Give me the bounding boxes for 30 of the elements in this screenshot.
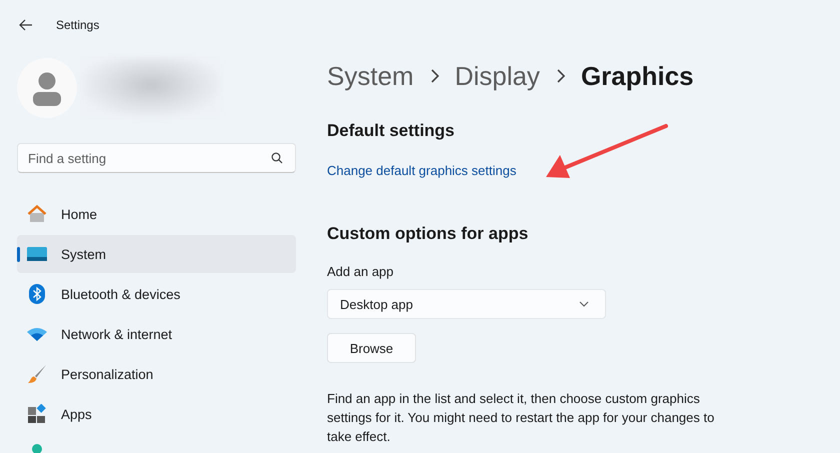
chevron-icon <box>430 69 439 83</box>
sidebar-item[interactable]: System <box>17 235 296 273</box>
apps-icon <box>27 404 47 424</box>
window-title: Settings <box>56 18 100 32</box>
chevron-down-icon <box>579 301 589 307</box>
breadcrumb-item: Graphics <box>580 60 694 92</box>
wifi-icon <box>27 327 47 341</box>
description-text: Find an app in the list and select it, then choose custom graphics settings for it. You might need to restart the app for your changes to take effect. <box>327 390 716 446</box>
breadcrumb-item[interactable]: Display <box>454 60 540 92</box>
search-icon[interactable] <box>271 152 283 164</box>
section-heading: Default settings <box>327 121 456 141</box>
breadcrumb-item[interactable]: System <box>327 60 414 92</box>
sidebar-item[interactable]: Apps <box>17 395 296 433</box>
bluetooth-icon <box>27 284 47 304</box>
app-type-dropdown[interactable]: Desktop app <box>327 289 606 319</box>
browse-button[interactable]: Browse <box>327 333 416 363</box>
add-app-label: Add an app <box>327 264 395 279</box>
section-heading: Custom options for apps <box>327 224 530 244</box>
chevron-icon <box>556 69 565 83</box>
change-default-graphics-link[interactable]: Change default graphics settings <box>327 163 516 178</box>
monitor-icon <box>27 247 47 261</box>
sidebar-item[interactable]: Network & internet <box>17 315 296 353</box>
house-icon <box>27 204 47 224</box>
sidebar-item[interactable]: Home <box>17 195 296 233</box>
sidebar-item[interactable]: Bluetooth & devices <box>17 275 296 313</box>
paintbrush-icon <box>27 364 47 384</box>
sidebar-item[interactable]: Personalization <box>17 355 296 393</box>
avatar-icon <box>17 58 77 118</box>
search-field[interactable]: Find a setting <box>17 143 296 173</box>
back-arrow-icon[interactable] <box>19 19 33 31</box>
